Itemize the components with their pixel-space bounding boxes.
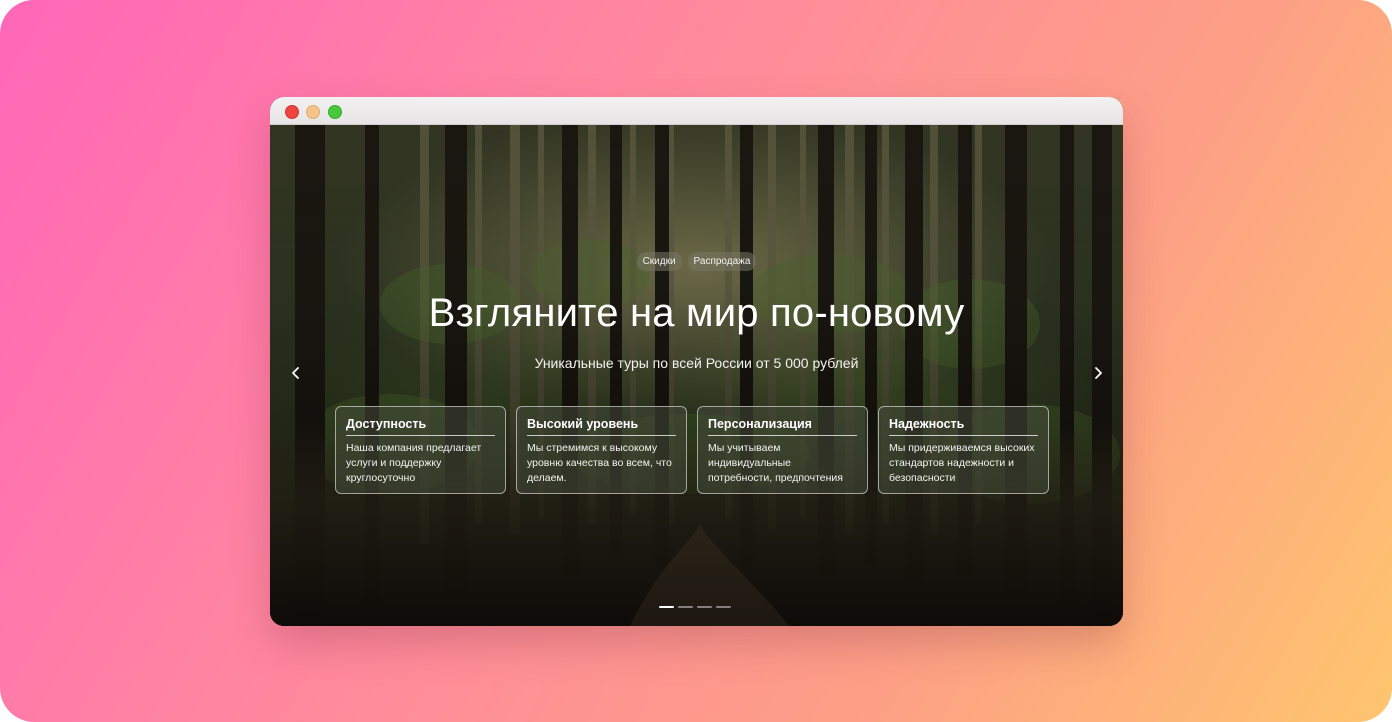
- carousel-dot[interactable]: [716, 606, 731, 608]
- chevron-right-icon: [1095, 367, 1102, 379]
- feature-card-quality: Высокий уровень Мы стремимся к высокому …: [516, 406, 687, 494]
- feature-card-reliability: Надежность Мы придерживаемся высоких ста…: [878, 406, 1049, 494]
- tag-discounts[interactable]: Скидки: [636, 252, 682, 271]
- feature-card-personalization: Персонализация Мы учитываем индивидуальн…: [697, 406, 868, 494]
- feature-card-availability: Доступность Наша компания предлагает усл…: [335, 406, 506, 494]
- carousel-dot[interactable]: [678, 606, 693, 608]
- hero-slider: Скидки Распродажа Взгляните на мир по-но…: [270, 124, 1123, 626]
- feature-card-title: Высокий уровень: [527, 416, 676, 436]
- gradient-backdrop: Скидки Распродажа Взгляните на мир по-но…: [0, 0, 1392, 722]
- feature-card-text: Мы стремимся к высокому уровню качества …: [527, 442, 672, 484]
- feature-cards: Доступность Наша компания предлагает усл…: [335, 406, 1049, 494]
- minimize-window-button[interactable]: [306, 105, 320, 119]
- hero-headline: Взгляните на мир по-новому: [428, 291, 965, 335]
- close-window-button[interactable]: [285, 105, 299, 119]
- tag-sale[interactable]: Распродажа: [687, 252, 757, 271]
- prev-slide-button[interactable]: [284, 361, 308, 385]
- next-slide-button[interactable]: [1086, 361, 1110, 385]
- feature-card-title: Персонализация: [708, 416, 857, 436]
- hero-subline: Уникальные туры по всей России от 5 000 …: [534, 355, 859, 371]
- hero-tags: Скидки Распродажа: [270, 252, 1123, 271]
- carousel-indicators: [659, 606, 731, 608]
- feature-card-title: Доступность: [346, 416, 495, 436]
- feature-card-text: Мы учитываем индивидуальные потребности,…: [708, 442, 843, 484]
- maximize-window-button[interactable]: [328, 105, 342, 119]
- hero-overlay: [270, 124, 1123, 626]
- chevron-left-icon: [292, 367, 299, 379]
- window-titlebar: [270, 97, 1123, 125]
- feature-card-title: Надежность: [889, 416, 1038, 436]
- carousel-dot[interactable]: [659, 606, 674, 608]
- feature-card-text: Наша компания предлагает услуги и поддер…: [346, 442, 482, 484]
- browser-window: Скидки Распродажа Взгляните на мир по-но…: [270, 97, 1123, 626]
- carousel-dot[interactable]: [697, 606, 712, 608]
- feature-card-text: Мы придерживаемся высоких стандартов над…: [889, 442, 1035, 484]
